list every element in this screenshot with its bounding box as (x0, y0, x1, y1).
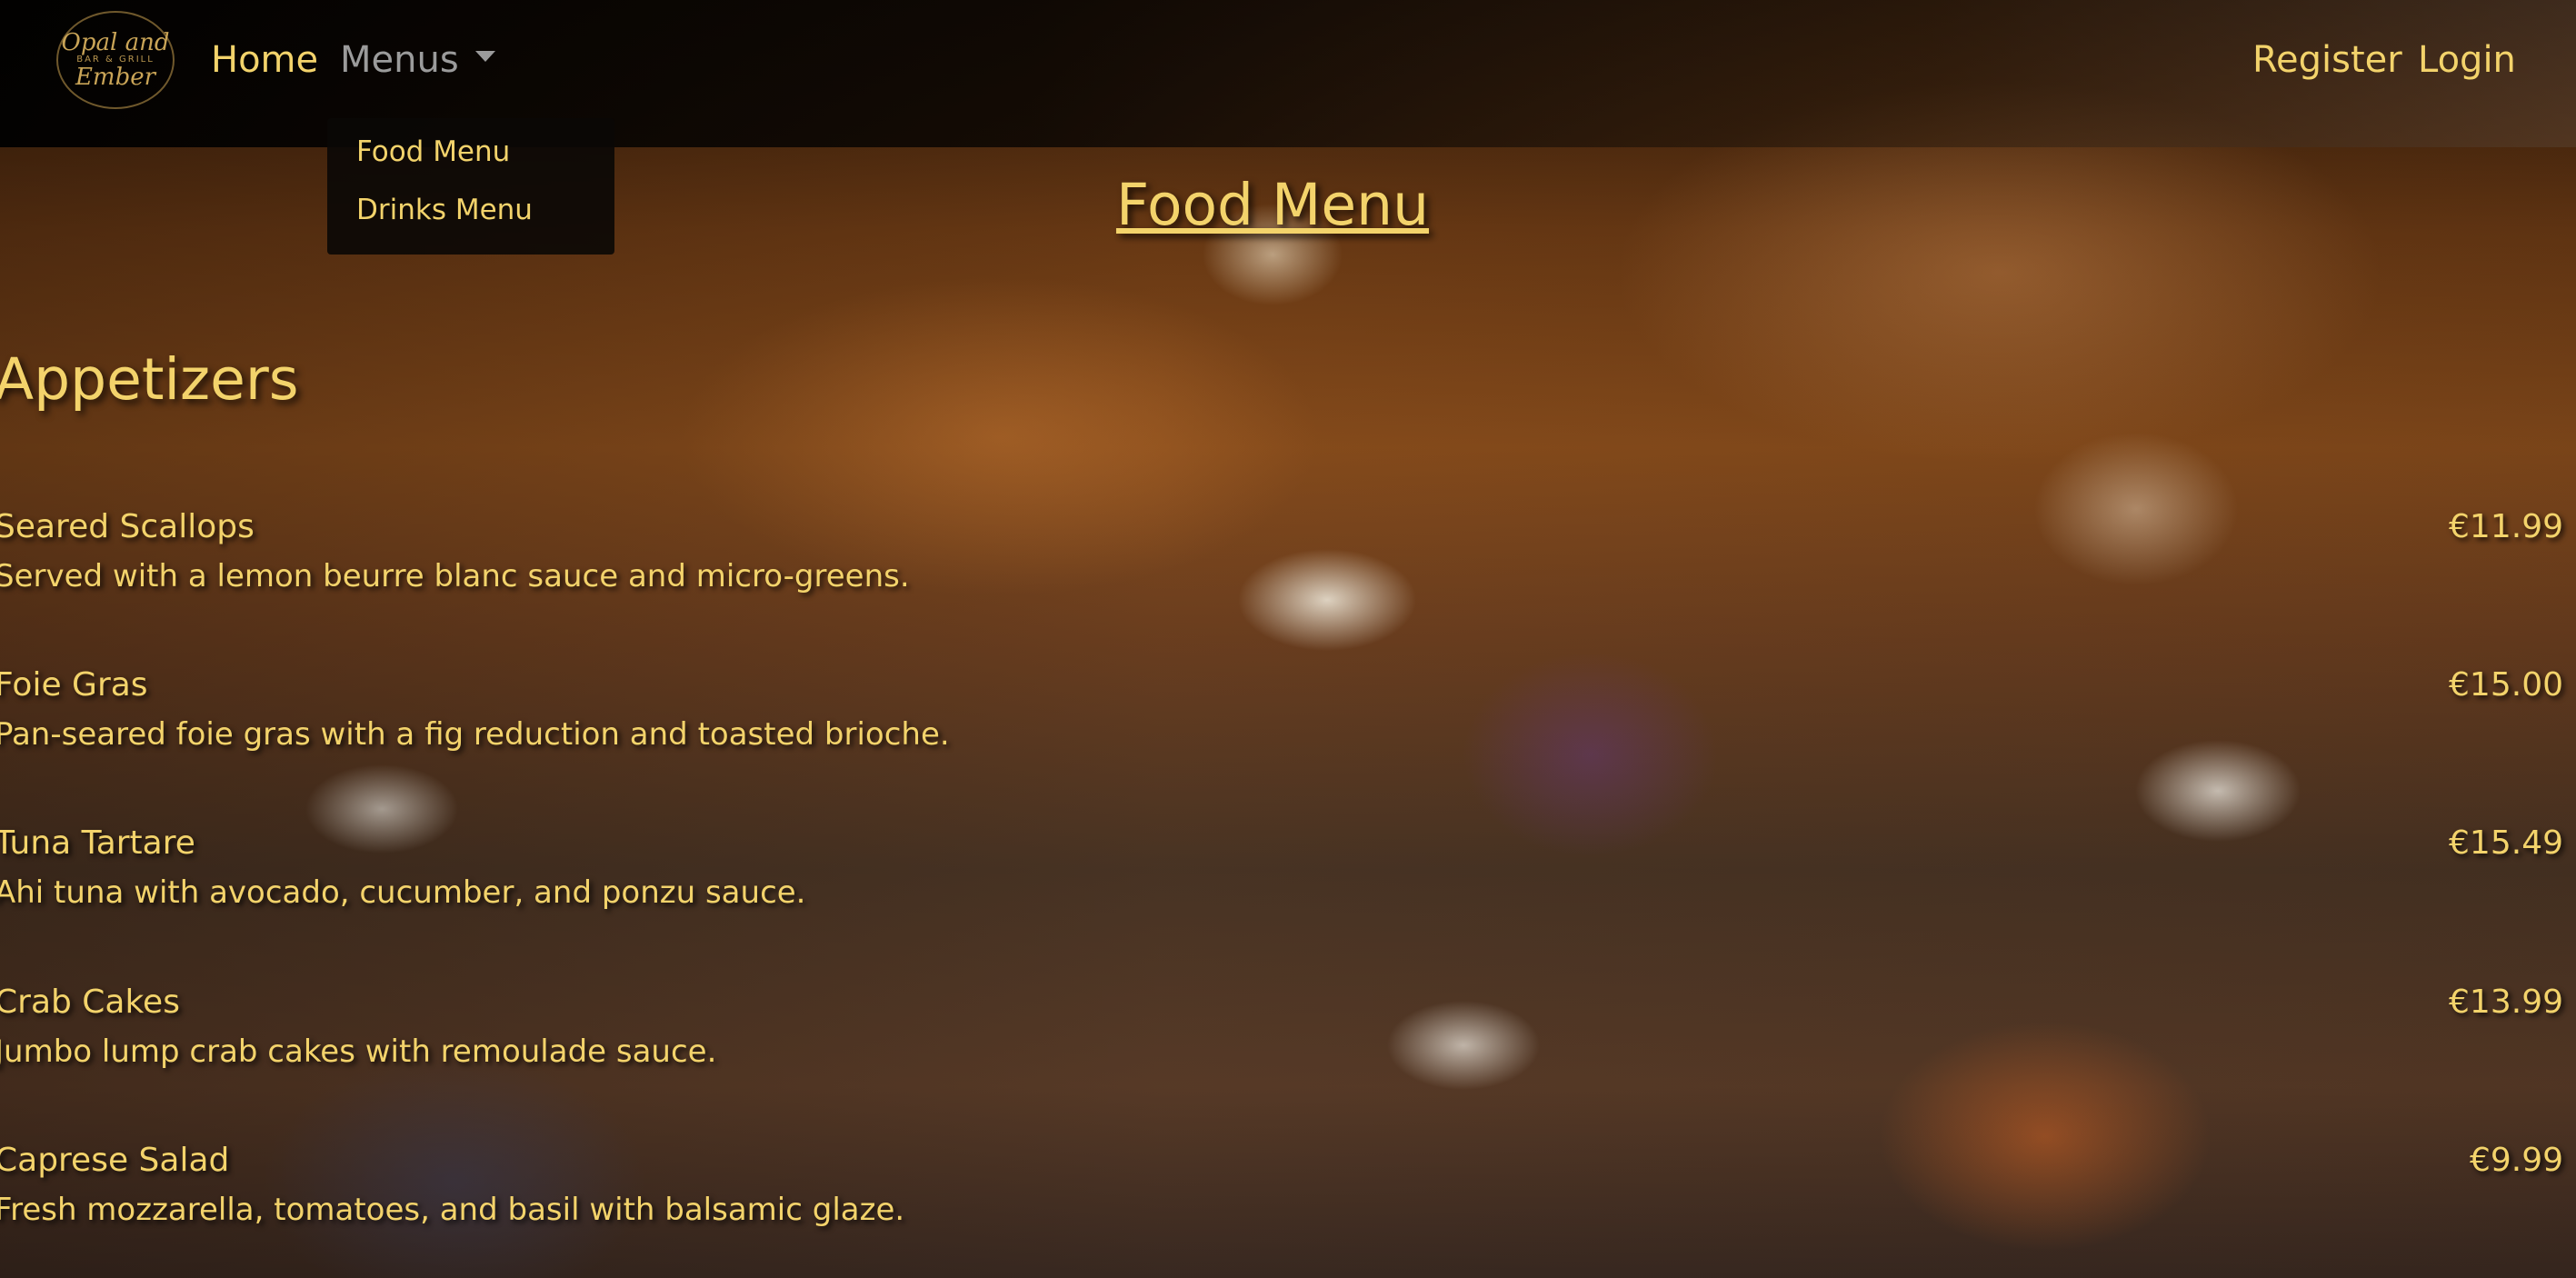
menu-item-name: Crab Cakes (0, 983, 180, 1021)
menu-item-price: €9.99 (2469, 1142, 2563, 1179)
logo-script-top: Opal and (61, 29, 170, 56)
menu-item-price: €13.99 (2449, 983, 2563, 1021)
menu-item-name: Tuna Tartare (0, 824, 195, 862)
menu-item-name: Seared Scallops (0, 508, 255, 545)
menu-item-price: €15.49 (2449, 824, 2563, 862)
caret-down-icon (474, 51, 495, 62)
nav-home-link[interactable]: Home (211, 36, 318, 84)
logo-script-bottom: Ember (75, 64, 156, 91)
menu-item-name: Foie Gras (0, 666, 148, 704)
nav-menus-label: Menus (340, 39, 459, 81)
menu-item-description: Served with a lemon beurre blanc sauce a… (0, 558, 910, 594)
nav-login-link[interactable]: Login (2418, 36, 2516, 84)
nav-menus-dropdown-toggle[interactable]: Menus (340, 36, 495, 84)
menu-item-description: Fresh mozzarella, tomatoes, and basil wi… (0, 1192, 905, 1228)
menu-item-description: Ahi tuna with avocado, cucumber, and pon… (0, 874, 806, 911)
dropdown-item-food-menu[interactable]: Food Menu (356, 134, 510, 170)
menu-item-price: €15.00 (2449, 666, 2563, 704)
menu-item-description: Jumbo lump crab cakes with remoulade sau… (0, 1033, 717, 1070)
restaurant-logo[interactable]: Opal and BAR & GRILL Ember (56, 11, 175, 109)
menu-item-name: Caprese Salad (0, 1142, 230, 1179)
section-title: Appetizers (0, 346, 299, 413)
page-title: Food Menu (1115, 172, 1430, 238)
nav-register-link[interactable]: Register (2252, 36, 2402, 84)
menu-item-description: Pan-seared foie gras with a fig reductio… (0, 716, 950, 753)
menu-item-price: €11.99 (2449, 508, 2563, 545)
